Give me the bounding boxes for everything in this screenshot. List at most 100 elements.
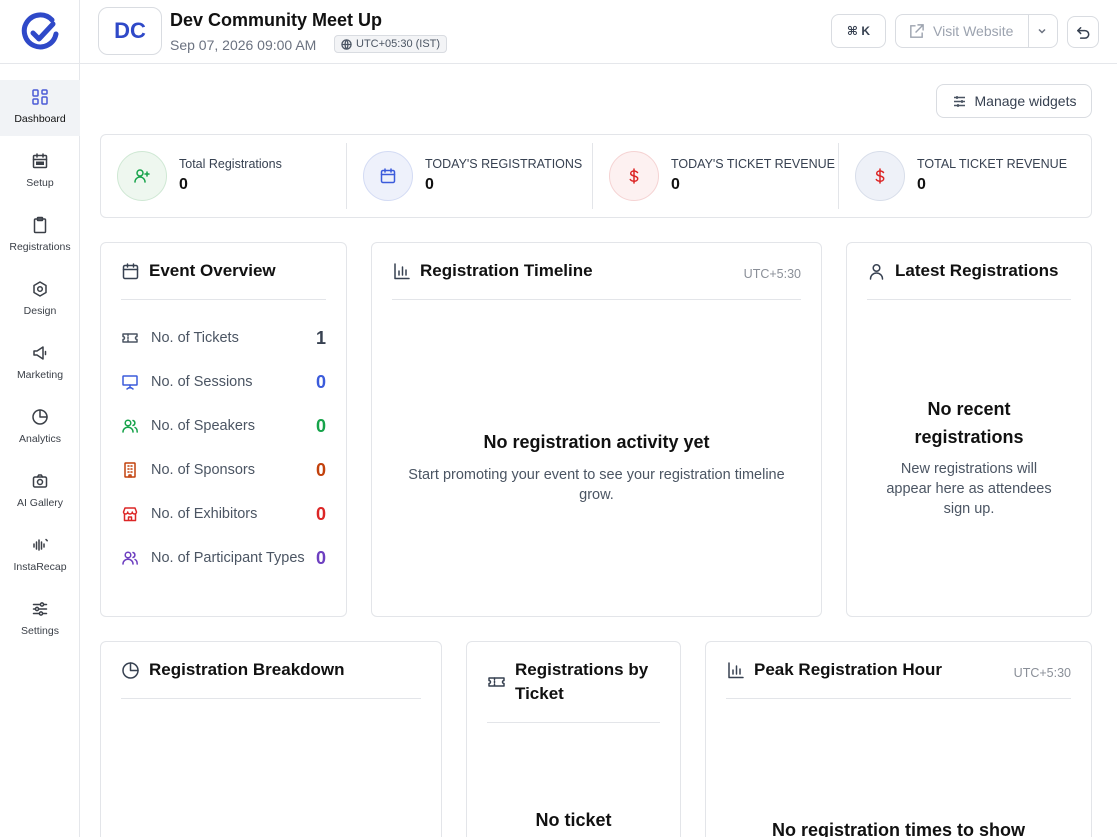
visit-website-label: Visit Website (933, 23, 1014, 39)
sidebar-divider (0, 63, 80, 64)
sidebar-item-analytics[interactable]: Analytics (0, 400, 80, 456)
user-plus-icon (117, 151, 167, 201)
card-header: Latest Registrations (867, 243, 1071, 300)
card-header: Peak Registration Hour UTC+5:30 (726, 642, 1071, 699)
card-header: Registration Timeline UTC+5:30 (392, 243, 801, 300)
card-header: Registrations by Ticket (487, 642, 660, 723)
soundwave-icon (33, 538, 48, 551)
dollar-icon (855, 151, 905, 201)
sidebar-item-label: Registrations (9, 241, 71, 253)
stat-value: 0 (917, 176, 926, 193)
empty-state-title: No registration times to show (771, 820, 1026, 837)
overview-row-tickets[interactable]: No. of Tickets 1 (121, 327, 326, 349)
sidebar-item-label: Design (23, 305, 57, 317)
manage-widgets-label: Manage widgets (974, 93, 1077, 109)
overview-row-speakers[interactable]: No. of Speakers 0 (121, 415, 326, 437)
calendar-icon (122, 262, 139, 279)
calendar-icon (32, 153, 48, 169)
bar-chart-icon (394, 262, 410, 279)
stat-label: TOTAL TICKET REVENUE (917, 157, 1068, 171)
event-date: Sep 07, 2026 09:00 AM (170, 37, 317, 53)
globe-icon (341, 38, 352, 50)
empty-state-title: No registration activity yet (483, 432, 710, 452)
event-avatar[interactable]: DC (98, 7, 162, 55)
overview-value: 0 (315, 371, 326, 392)
card-header: Event Overview (121, 243, 326, 300)
overview-label: No. of Participant Types (151, 550, 305, 566)
stat-total-ticket-revenue: TOTAL TICKET REVENUE 0 (839, 135, 1084, 217)
undo-button[interactable] (1067, 16, 1099, 48)
sidebar-item-label: Marketing (16, 369, 64, 381)
pie-chart-icon (122, 661, 139, 679)
visit-website-button[interactable]: Visit Website (895, 14, 1058, 48)
users-icon (122, 419, 138, 433)
sidebar-item-label: Settings (21, 625, 59, 637)
sidebar-item-label: InstaRecap (13, 561, 67, 573)
sidebar-item-registrations[interactable]: Registrations (0, 208, 80, 264)
peak-registration-hour-card: Peak Registration Hour UTC+5:30 No regis… (705, 641, 1092, 837)
sliders-icon (32, 602, 48, 616)
sidebar-item-design[interactable]: Design (0, 272, 80, 328)
bar-chart-icon (728, 661, 744, 678)
card-title: Peak Registration Hour (754, 660, 942, 679)
card-title: Registration Timeline (420, 261, 593, 280)
stat-label: TODAY'S REGISTRATIONS (425, 157, 583, 171)
timezone-label: UTC+5:30 (1013, 666, 1071, 680)
sliders-icon (953, 95, 965, 107)
ticket-icon (122, 333, 138, 343)
sidebar-item-marketing[interactable]: Marketing (0, 336, 80, 392)
presentation-icon (122, 375, 138, 390)
overview-row-participant-types[interactable]: No. of Participant Types 0 (121, 547, 326, 569)
command-palette-button[interactable]: ⌘ K (831, 14, 886, 48)
card-title: Latest Registrations (895, 261, 1059, 280)
overview-row-sponsors[interactable]: No. of Sponsors 0 (121, 459, 326, 481)
overview-label: No. of Exhibitors (151, 506, 258, 522)
overview-row-sessions[interactable]: No. of Sessions 0 (121, 371, 326, 393)
overview-row-exhibitors[interactable]: No. of Exhibitors 0 (121, 503, 326, 525)
sidebar-item-ai-gallery[interactable]: AI Gallery (0, 464, 80, 520)
app-logo[interactable] (20, 12, 60, 52)
overview-value: 1 (315, 327, 326, 348)
building-icon (124, 462, 136, 478)
external-link-icon (910, 23, 924, 38)
sidebar-item-label: Setup (26, 177, 54, 189)
camera-icon (32, 474, 48, 488)
empty-state-subtitle: Start promoting your event to see your r… (408, 467, 785, 503)
event-title: Dev Community Meet Up (170, 10, 383, 30)
undo-icon (1076, 26, 1089, 39)
timezone-badge: UTC+05:30 (IST) (334, 35, 448, 53)
empty-state-subtitle: New registrations will appear here as at… (886, 461, 1052, 517)
card-title: Event Overview (149, 261, 276, 280)
overview-value: 0 (315, 459, 326, 480)
card-header: Registration Breakdown (121, 642, 421, 699)
registration-breakdown-card: Registration Breakdown (100, 641, 442, 837)
sidebar-item-label: Analytics (18, 433, 61, 445)
registrations-by-ticket-card: Registrations by Ticket No ticket (466, 641, 681, 837)
manage-widgets-button[interactable]: Manage widgets (936, 84, 1092, 118)
megaphone-icon (33, 346, 47, 360)
sidebar-item-instarecap[interactable]: InstaRecap (0, 528, 80, 584)
overview-value: 0 (315, 547, 326, 568)
latest-registrations-card: Latest Registrations No recent registrat… (846, 242, 1092, 617)
overview-label: No. of Sessions (151, 374, 253, 390)
grid-icon (32, 89, 48, 105)
sidebar-item-dashboard[interactable]: Dashboard (0, 80, 80, 136)
ticket-icon (488, 676, 505, 687)
sidebar-item-settings[interactable]: Settings (0, 592, 80, 648)
sidebar-item-setup[interactable]: Setup (0, 144, 80, 200)
sidebar-item-label: Dashboard (14, 113, 66, 125)
palette-icon (33, 281, 47, 297)
event-overview-card: Event Overview No. of Tickets 1 No. of S… (100, 242, 347, 617)
overview-label: No. of Speakers (151, 418, 255, 434)
stat-total-registrations: Total Registrations 0 (101, 135, 346, 217)
clipboard-icon (33, 216, 47, 234)
chevron-down-icon[interactable] (1036, 24, 1048, 38)
empty-state-title: No ticket (535, 810, 612, 830)
top-header: DC Dev Community Meet Up Sep 07, 2026 09… (80, 0, 1117, 64)
card-title: Registration Breakdown (149, 660, 345, 679)
stat-value: 0 (425, 176, 434, 193)
overview-label: No. of Sponsors (151, 462, 255, 478)
stats-strip: Total Registrations 0 TODAY'S REGISTRATI… (100, 134, 1092, 218)
empty-state-title: No recent registrations (914, 399, 1024, 447)
stat-label: TODAY'S TICKET REVENUE (671, 157, 836, 171)
